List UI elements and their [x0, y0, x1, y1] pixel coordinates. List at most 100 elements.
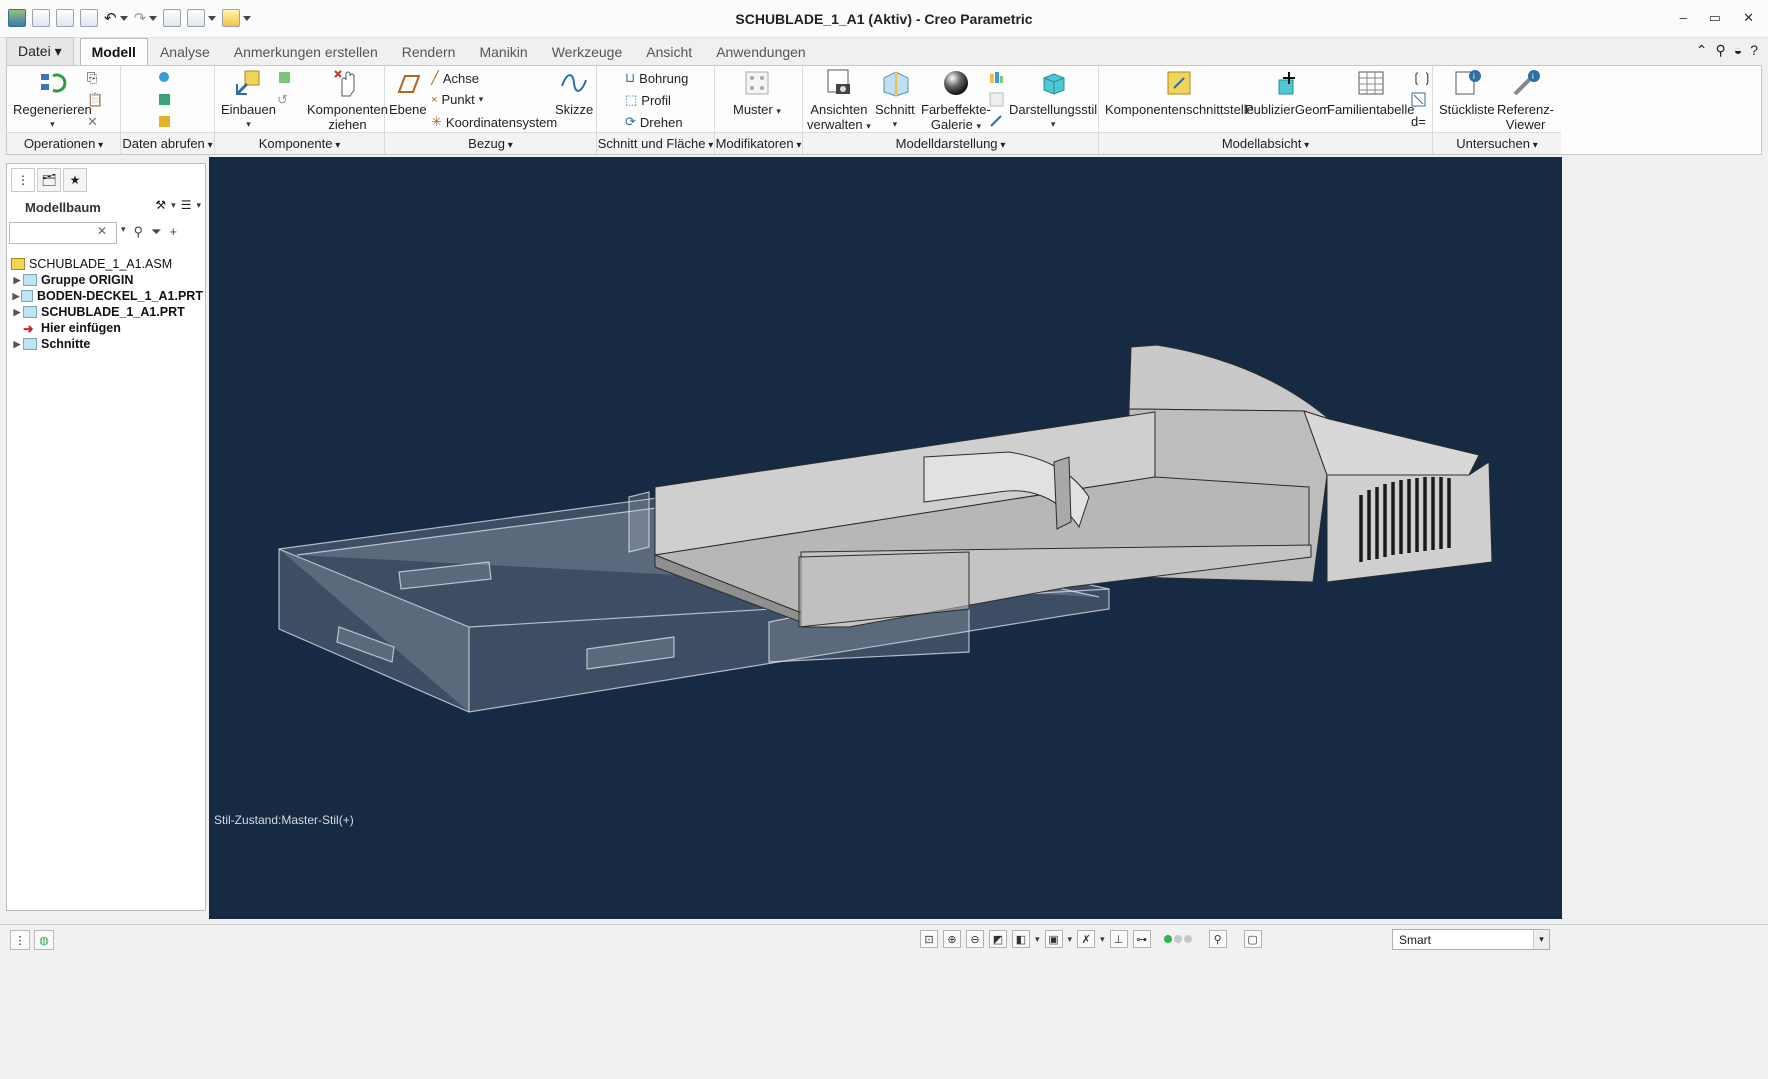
referenz-viewer-button[interactable]: i Referenz- Viewer	[1497, 68, 1554, 132]
folder-browser-tab-icon[interactable]: 🗂	[37, 168, 61, 192]
repeat-icon[interactable]: ↺	[277, 92, 288, 108]
add-icon[interactable]: +	[169, 224, 177, 240]
show-icon[interactable]: ☰	[181, 198, 192, 212]
display-style-dropdown-icon[interactable]: ▾	[1035, 934, 1040, 945]
toggle-browser-icon[interactable]: ◍	[34, 930, 54, 950]
darstellungsstil-button[interactable]: Darstellungsstil ▾	[1009, 68, 1097, 132]
drawer-part[interactable]	[653, 344, 1493, 628]
group-label-modellabsicht[interactable]: Modellabsicht	[1099, 132, 1432, 154]
d-equals-button[interactable]: d=	[1411, 114, 1426, 129]
search-icon[interactable]: ⚲	[1715, 42, 1725, 59]
group-label-untersuchen[interactable]: Untersuchen	[1433, 132, 1561, 154]
shrinkwrap-icon[interactable]	[157, 92, 172, 107]
zoom-out-icon[interactable]: ⊖	[966, 930, 984, 948]
komponenten-ziehen-button[interactable]: Komponenten ziehen	[307, 68, 388, 132]
paste-icon[interactable]: 📋	[87, 92, 103, 108]
group-label-daten-abrufen[interactable]: Daten abrufen	[121, 132, 214, 154]
delete-icon[interactable]: ✕	[87, 114, 98, 130]
schnitt-button[interactable]: Schnitt ▾	[875, 68, 915, 132]
skizze-button[interactable]: Skizze	[555, 68, 593, 117]
filter-icon[interactable]: ⏷	[151, 224, 161, 240]
datum-display-icon[interactable]: ✗	[1077, 930, 1096, 948]
help-icon[interactable]: ?	[1750, 42, 1758, 59]
bohrung-button[interactable]: ⊔ Bohrung	[625, 70, 688, 86]
group-label-bezug[interactable]: Bezug	[385, 132, 596, 154]
group-label-modelldarstellung[interactable]: Modelldarstellung	[803, 132, 1098, 154]
maximize-button[interactable]: ▭	[1709, 10, 1721, 26]
merge-icon[interactable]	[157, 114, 172, 129]
create-component-icon[interactable]	[277, 70, 292, 85]
close-button[interactable]: ✕	[1743, 10, 1754, 26]
expand-icon[interactable]: ▶	[11, 307, 23, 318]
farbeffekte-galerie-button[interactable]: Farbeffekte- Galerie ▾	[921, 68, 991, 134]
drehen-button[interactable]: ⟳ Drehen	[625, 114, 683, 130]
saved-orientations-dropdown-icon[interactable]: ▾	[1068, 934, 1073, 945]
display-grid-icon[interactable]	[989, 92, 1004, 107]
datum-display-dropdown-icon[interactable]: ▾	[1100, 934, 1105, 945]
komponentenschnittstelle-button[interactable]: Komponentenschnittstelle	[1105, 68, 1254, 117]
perspective-icon[interactable]	[989, 114, 1004, 129]
copy-geometry-icon[interactable]	[157, 70, 172, 85]
selection-filter-dropdown-icon[interactable]: ▾	[1533, 930, 1549, 949]
ansichten-verwalten-button[interactable]: Ansichten verwalten ▾	[807, 68, 871, 134]
tab-rendern[interactable]: Rendern	[390, 38, 468, 66]
model-3d-view[interactable]	[209, 157, 1562, 919]
group-label-operationen[interactable]: Operationen	[7, 132, 120, 154]
group-label-schnitt-und-flaeche[interactable]: Schnitt und Fläche	[597, 132, 714, 154]
punkt-button[interactable]: × Punkt ▾	[431, 92, 483, 107]
show-dropdown-icon[interactable]: ▾	[196, 200, 201, 211]
spin-center-icon[interactable]: ⊶	[1132, 930, 1151, 948]
collapse-ribbon-icon[interactable]: ⌃	[1696, 42, 1708, 59]
tab-anmerkungen-erstellen[interactable]: Anmerkungen erstellen	[222, 38, 390, 66]
annotation-display-icon[interactable]: ⊥	[1109, 930, 1128, 948]
publiziergeom-button[interactable]: PublizierGeom	[1245, 68, 1330, 117]
group-label-komponente[interactable]: Komponente	[215, 132, 384, 154]
expand-icon[interactable]: ▶	[11, 275, 23, 286]
regenerieren-button[interactable]: Regenerieren ▾	[13, 68, 92, 132]
tab-analyse[interactable]: Analyse	[148, 38, 222, 66]
repaint-icon[interactable]: ◩	[989, 930, 1007, 948]
tab-ansicht[interactable]: Ansicht	[634, 38, 704, 66]
tab-datei[interactable]: Datei ▾	[6, 37, 74, 66]
display-style-icon[interactable]: ◧	[1012, 930, 1030, 948]
favorites-tab-icon[interactable]: ★	[63, 168, 87, 192]
expand-icon[interactable]: ▶	[11, 291, 21, 302]
parameters-icon[interactable]	[1411, 92, 1426, 107]
settings-icon[interactable]: ⚒	[155, 198, 166, 212]
ebene-button[interactable]: Ebene	[389, 68, 427, 117]
tab-manikin[interactable]: Manikin	[467, 38, 539, 66]
search-dropdown-icon[interactable]: ▾	[121, 224, 126, 240]
tree-item-gruppe-origin[interactable]: ▶ Gruppe ORIGIN	[11, 272, 203, 288]
group-label-modifikatoren[interactable]: Modifikatoren	[715, 132, 802, 154]
settings-dropdown-icon[interactable]: ▾	[171, 200, 176, 211]
expand-icon[interactable]: ▶	[11, 339, 23, 350]
find-icon[interactable]: ⚲	[1208, 930, 1227, 948]
koordinatensystem-button[interactable]: ✳ Koordinatensystem	[431, 114, 557, 130]
find-icon[interactable]: ⚲	[134, 224, 144, 240]
tab-modell[interactable]: Modell	[79, 38, 148, 66]
toggle-navigator-icon[interactable]: ⋮	[10, 930, 30, 950]
graphics-viewport[interactable]: Stil-Zustand:Master-Stil(+)	[209, 157, 1562, 919]
box-select-icon[interactable]: ▢	[1243, 930, 1262, 948]
achse-button[interactable]: ╱ Achse	[431, 70, 479, 86]
tree-item-boden-deckel[interactable]: ▶ BODEN-DECKEL_1_A1.PRT	[11, 288, 203, 304]
refit-icon[interactable]: ⊡	[920, 930, 938, 948]
stueckliste-button[interactable]: i Stückliste	[1439, 68, 1495, 117]
copy-icon[interactable]: ⎘	[87, 70, 97, 86]
muster-button[interactable]: Muster ▾	[733, 68, 781, 119]
model-tree-tab-icon[interactable]: ⋮	[11, 168, 35, 192]
options-icon[interactable]: ◒	[1734, 42, 1742, 59]
display-tools-icon[interactable]	[989, 70, 1004, 85]
tab-anwendungen[interactable]: Anwendungen	[704, 38, 818, 66]
tree-item-schublade-prt[interactable]: ▶ SCHUBLADE_1_A1.PRT	[11, 304, 203, 320]
tab-werkzeuge[interactable]: Werkzeuge	[540, 38, 635, 66]
familientabelle-button[interactable]: Familientabelle	[1327, 68, 1414, 117]
tree-item-schnitte[interactable]: ▶ Schnitte	[11, 336, 203, 352]
einbauen-button[interactable]: Einbauen ▾	[221, 68, 276, 132]
tree-item-hier-einfuegen[interactable]: ➜ Hier einfügen	[11, 320, 203, 336]
selection-filter-select[interactable]: Smart ▾	[1392, 929, 1550, 950]
saved-orientations-icon[interactable]: ▣	[1044, 930, 1063, 948]
relations-icon[interactable]: ❲❳	[1411, 70, 1433, 86]
zoom-in-icon[interactable]: ⊕	[943, 930, 961, 948]
minimize-button[interactable]: –	[1680, 10, 1687, 26]
